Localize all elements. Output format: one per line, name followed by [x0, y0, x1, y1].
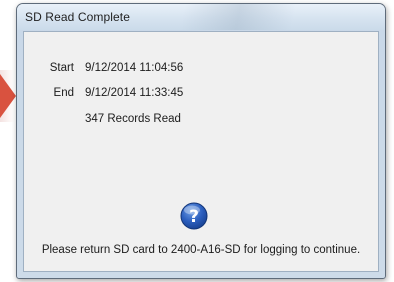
- start-value: 9/12/2014 11:04:56: [85, 62, 184, 74]
- title-bar[interactable]: SD Read Complete: [17, 4, 385, 30]
- end-label: End: [53, 87, 74, 99]
- svg-text:?: ?: [189, 207, 199, 227]
- dialog-body: Start 9/12/2014 11:04:56 End 9/12/2014 1…: [23, 31, 379, 272]
- sd-read-complete-dialog: SD Read Complete Start 9/12/2014 11:04:5…: [16, 3, 386, 279]
- question-icon: ?: [180, 202, 208, 230]
- screenshot-stage: SD Read Complete Start 9/12/2014 11:04:5…: [0, 0, 394, 282]
- return-card-message: Please return SD card to 2400-A16-SD for…: [41, 244, 361, 256]
- records-read-text: 347 Records Read: [85, 113, 181, 125]
- dialog-title: SD Read Complete: [25, 10, 130, 24]
- end-value: 9/12/2014 11:33:45: [85, 87, 184, 99]
- red-arrow-icon: [0, 74, 16, 118]
- start-label: Start: [49, 62, 74, 74]
